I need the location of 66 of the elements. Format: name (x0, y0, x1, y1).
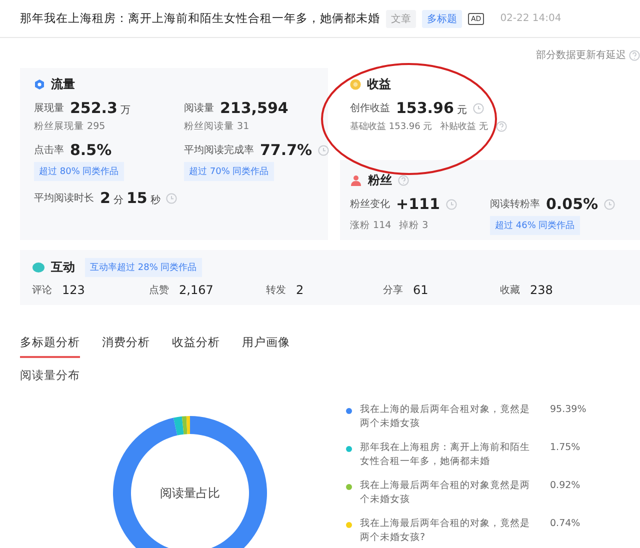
help-icon (629, 50, 640, 60)
stat-label: 收藏 (500, 284, 520, 297)
legend-percent: 0.92% (550, 479, 580, 493)
metric-value: 213,594 (220, 99, 288, 117)
stat-value: 238 (530, 283, 553, 297)
stat-label: 点赞 (149, 284, 169, 297)
legend-label: 我在上海最后两年合租的对象，竟然是两个未婚女孩? (360, 517, 531, 545)
legend-percent: 95.39% (550, 403, 586, 417)
metric-label: 展现量 (34, 102, 64, 115)
chart-title: 阅读量占比 (160, 485, 220, 502)
metric-subtext: 粉丝展现量 295 (34, 120, 106, 133)
comparison-badge: 超过 46% 同类作品 (490, 216, 580, 235)
metric-value: 8.5% (70, 141, 112, 159)
income-detail: 基础收益 153.96 元 (350, 120, 432, 133)
metric-value: +111 (396, 195, 440, 213)
section-title: 阅读量分布 (20, 368, 81, 383)
article-tag: 多标题 (422, 10, 462, 28)
stat-label: 转发 (266, 284, 286, 297)
section-heading: 粉丝 (368, 172, 392, 189)
metric-value: 252.3 万 (70, 99, 130, 117)
metric-value: 0.05% (546, 195, 598, 213)
section-heading: 收益 (367, 76, 391, 93)
section-heading: 互动 (51, 259, 75, 276)
metric-subtext: 掉粉 3 (399, 219, 428, 232)
help-icon (496, 121, 508, 132)
metric-value: 2 分 15 秒 (100, 189, 160, 207)
metric-subtext: 涨粉 114 (350, 219, 392, 232)
income-detail: 补贴收益 无 (440, 120, 488, 133)
comparison-badge: 超过 80% 同类作品 (34, 162, 124, 181)
legend-percent: 0.74% (550, 517, 580, 531)
metric-label: 平均阅读完成率 (184, 144, 254, 157)
metric-label: 点击率 (34, 144, 64, 157)
legend-label: 那年我在上海租房：离开上海前和陌生女性合租一年多，她俩都未婚 (360, 441, 531, 469)
article-title: 那年我在上海租房：离开上海前和陌生女性合租一年多，她俩都未婚 (20, 11, 380, 26)
legend-label: 我在上海的最后两年合租对象，竟然是两个未婚女孩 (360, 403, 531, 431)
legend-label: 我在上海最后两年合租的对象竟然是两个未婚女孩 (360, 479, 531, 507)
metric-label: 粉丝变化 (350, 198, 390, 211)
stat-value: 2,167 (179, 283, 214, 297)
coin-icon (350, 79, 361, 90)
comparison-badge: 互动率超过 28% 同类作品 (85, 258, 202, 277)
stat-value: 2 (296, 283, 304, 297)
metric-label: 阅读转粉率 (490, 198, 540, 211)
stat-value: 61 (413, 283, 428, 297)
help-icon (398, 175, 409, 186)
metric-label: 阅读量 (184, 102, 214, 115)
speech-bubble-icon (32, 262, 45, 273)
person-icon (350, 175, 362, 186)
section-heading: 流量 (51, 76, 75, 93)
comparison-badge: 超过 70% 同类作品 (184, 162, 274, 181)
article-tag: 文章 (386, 10, 416, 28)
stat-label: 评论 (32, 284, 52, 297)
metric-value: 77.7% (260, 141, 312, 159)
delay-notice: 部分数据更新有延迟 (536, 48, 626, 62)
stat-label: 分享 (383, 284, 403, 297)
analysis-tab[interactable]: 收益分析 (172, 335, 220, 358)
analysis-tab[interactable]: 用户画像 (242, 335, 290, 358)
metric-label: 平均阅读时长 (34, 192, 94, 205)
metric-label: 创作收益 (350, 102, 390, 115)
metric-subtext: 粉丝阅读量 31 (184, 120, 250, 133)
hexagon-icon (34, 79, 45, 90)
analysis-tab[interactable]: 多标题分析 (20, 335, 80, 358)
metric-value: 153.96 元 (396, 99, 467, 117)
analysis-tab[interactable]: 消费分析 (102, 335, 150, 358)
publish-time: 02-22 14:04 (500, 13, 562, 24)
stat-value: 123 (62, 283, 85, 297)
legend-percent: 1.75% (550, 441, 580, 455)
